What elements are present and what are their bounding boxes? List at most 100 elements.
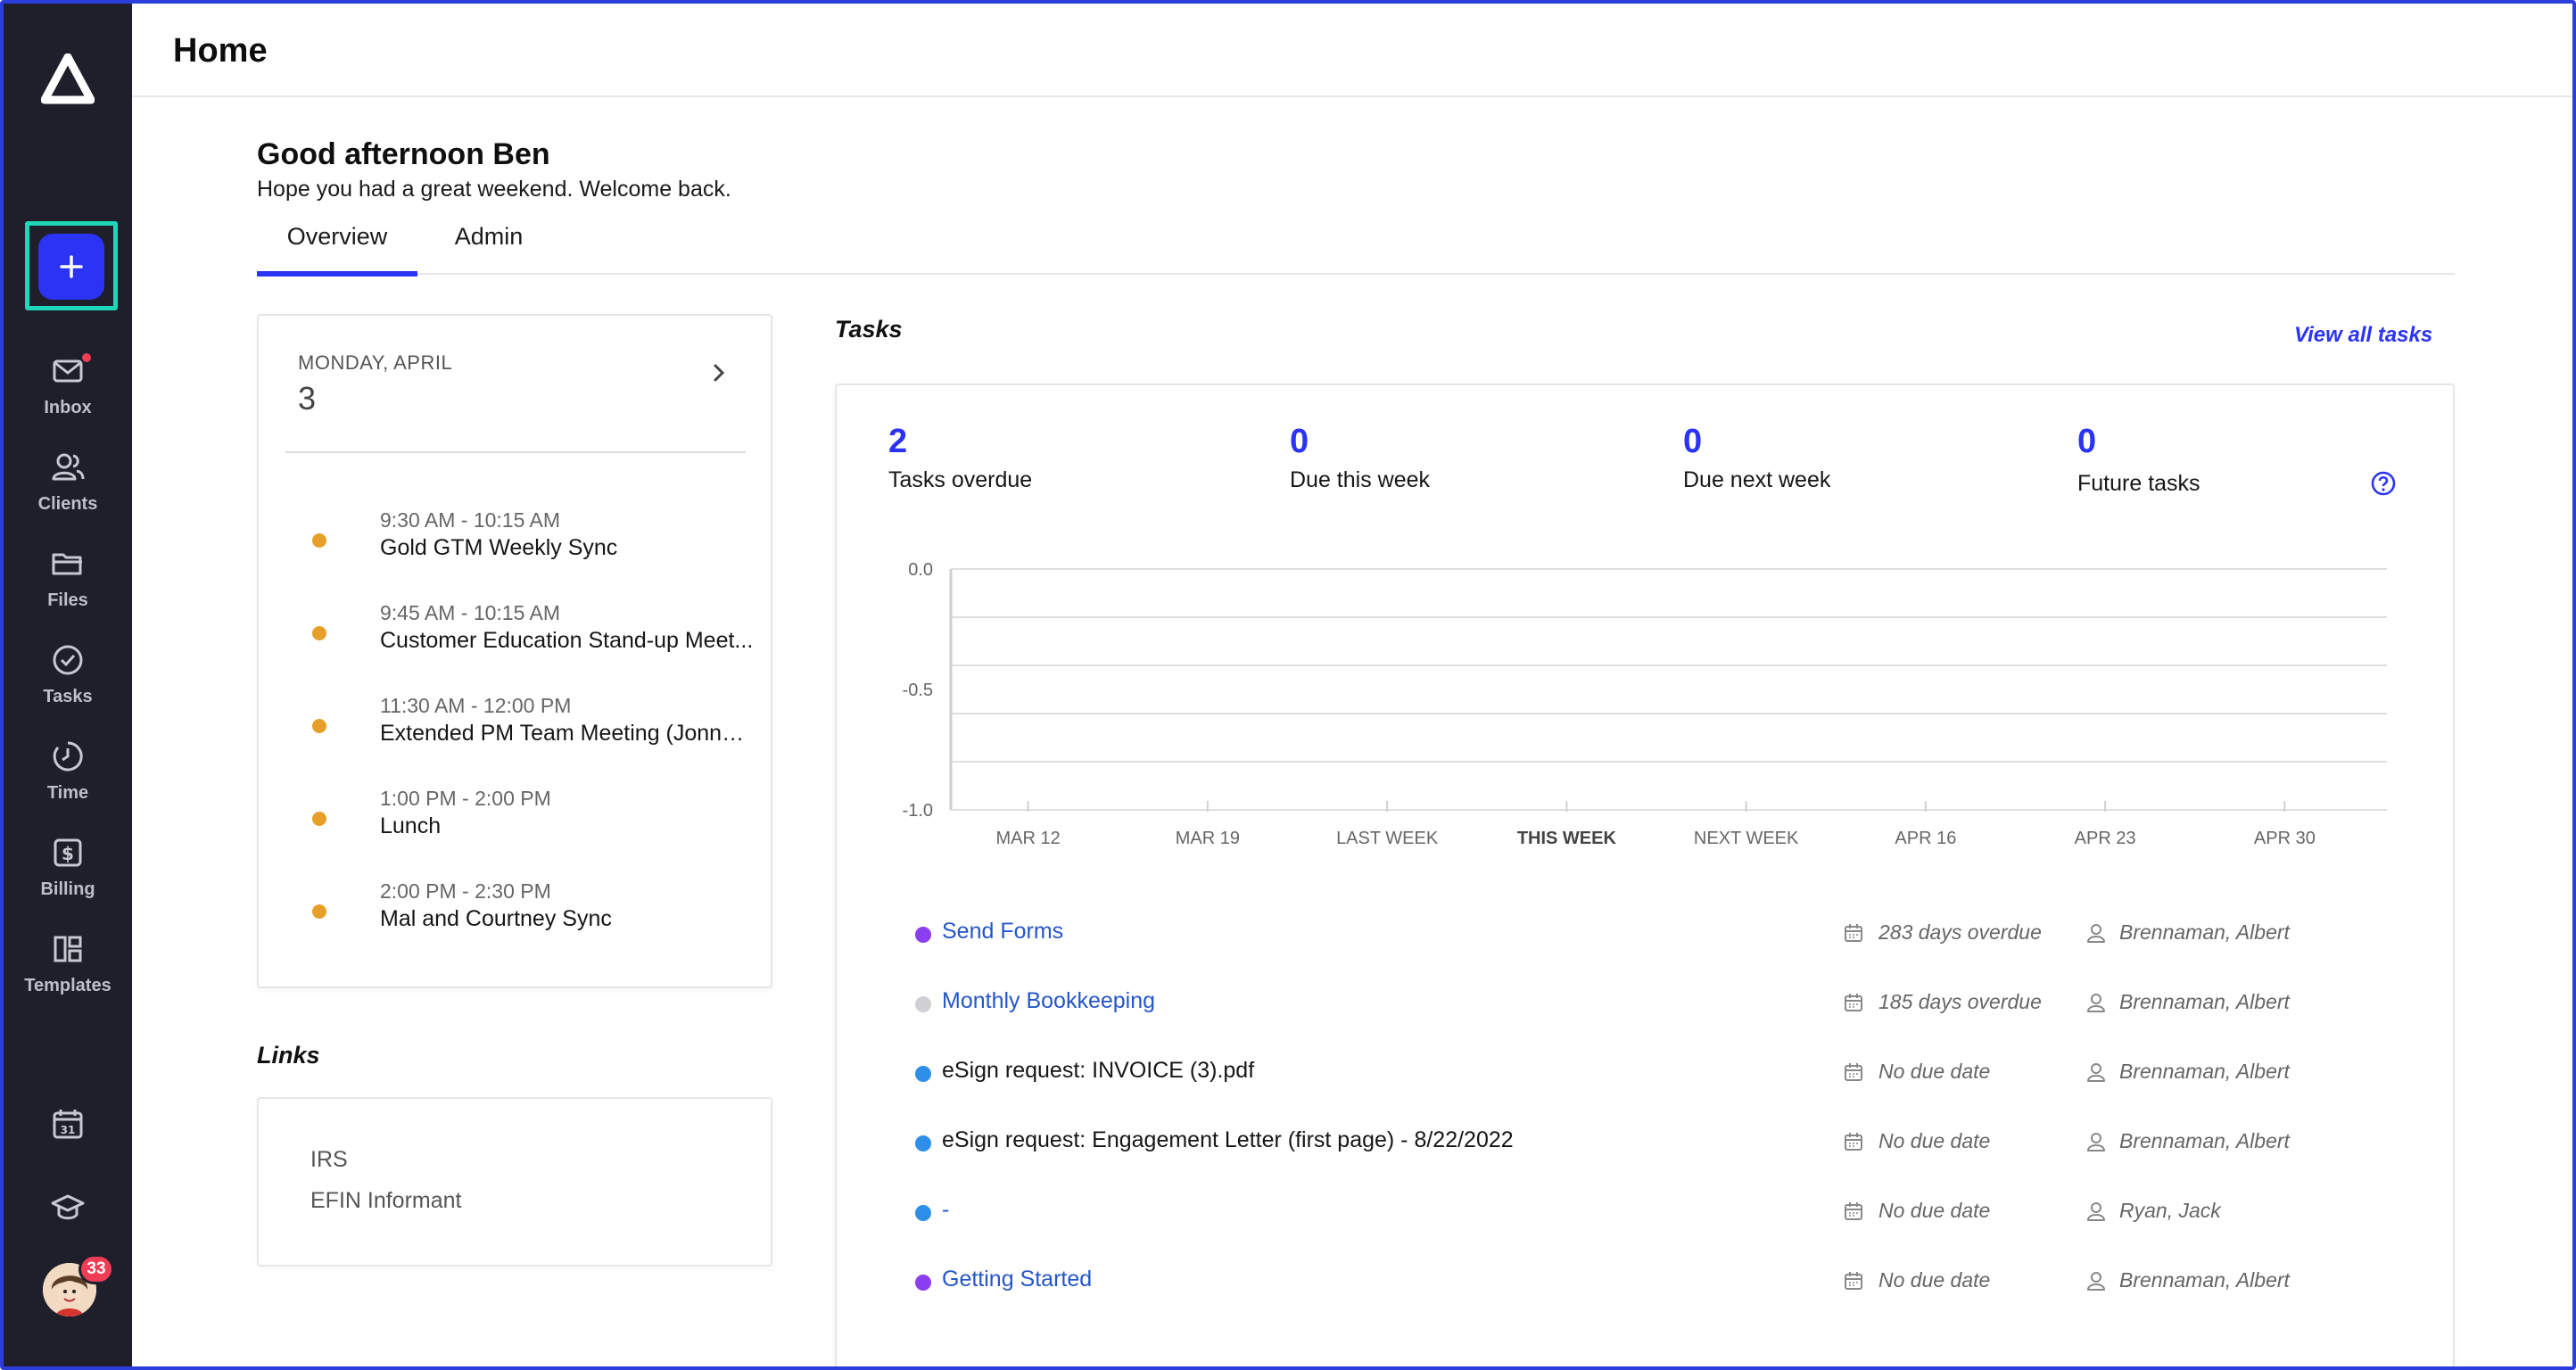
task-assignee: Ryan, Jack — [2119, 1199, 2221, 1222]
calendar-icon — [1843, 992, 1864, 1013]
sidebar-item-label: Time — [46, 783, 89, 803]
event-time: 11:30 AM - 12:00 PM — [380, 694, 572, 717]
task-row[interactable]: Send Forms 283 days overdue Brennaman, Alb… — [910, 913, 2373, 958]
user-icon — [2085, 1270, 2107, 1292]
agenda-day-label: MONDAY, APRIL — [298, 351, 453, 374]
calendar-icon — [1843, 1131, 1864, 1152]
due-next-week-count[interactable]: 0 — [1683, 423, 1702, 461]
task-row[interactable]: Getting Started No due date Brennaman, Alb… — [910, 1261, 2373, 1306]
due-this-week-count[interactable]: 0 — [1290, 423, 1309, 461]
sidebar-item-label: Inbox — [44, 398, 92, 417]
user-icon — [2085, 1201, 2107, 1222]
agenda-event[interactable]: 2:00 PM - 2:30 PM Mal and Courtney Sync — [298, 879, 726, 942]
tasks-overdue-count[interactable]: 2 — [888, 423, 907, 461]
tasks-chart: 0.0 -0.5 -1.0 MAR 12 MAR 19 LAST WEEK THIS WEE… — [903, 560, 2387, 848]
clock-icon — [53, 741, 83, 772]
event-title: Customer Education Stand-up Meet... — [380, 628, 754, 653]
tab-bar: Overview Admin — [257, 221, 2455, 276]
sidebar-item-clients[interactable]: Clients — [4, 450, 132, 539]
chart-y-tick-label: -1.0 — [903, 801, 933, 821]
future-tasks-count[interactable]: 0 — [2077, 423, 2096, 461]
sidebar-item-time[interactable]: Time — [4, 739, 132, 828]
sidebar-item-label: Clients — [37, 494, 98, 514]
sidebar-item-templates[interactable]: Templates — [4, 931, 132, 1020]
user-icon — [2085, 1131, 2107, 1152]
app-logo-icon[interactable] — [41, 54, 95, 107]
agenda-event[interactable]: 1:00 PM - 2:00 PM Lunch — [298, 787, 726, 849]
task-due: No due date — [1878, 1129, 1991, 1152]
task-name[interactable]: Monthly Bookkeeping — [942, 988, 1155, 1014]
chart-x-tick-label: NEXT WEEK — [1694, 829, 1799, 848]
tasks-title: Tasks — [835, 316, 903, 342]
svg-text:$: $ — [62, 843, 74, 864]
chart-x-tick-label: APR 16 — [1895, 829, 1956, 848]
event-status-dot — [312, 626, 326, 640]
help-icon[interactable] — [2370, 470, 2397, 497]
future-tasks-label: Future tasks — [2077, 471, 2200, 496]
sidebar-item-inbox[interactable]: Inbox — [4, 353, 132, 442]
event-status-dot — [312, 719, 326, 733]
links-card: IRS EFIN Informant — [257, 1097, 772, 1267]
check-circle-icon — [53, 645, 83, 675]
due-this-week-label: Due this week — [1290, 467, 1431, 492]
event-title: Gold GTM Weekly Sync — [380, 535, 618, 560]
task-status-dot — [915, 1275, 931, 1291]
chart-y-tick-label: 0.0 — [908, 560, 933, 580]
event-time: 1:00 PM - 2:00 PM — [380, 787, 551, 810]
sidebar-item-files[interactable]: Files — [4, 546, 132, 635]
task-row[interactable]: eSign request: INVOICE (3).pdf No due dat… — [910, 1052, 2373, 1097]
agenda-day-number: 3 — [298, 380, 317, 417]
task-row[interactable]: Monthly Bookkeeping 185 days overdue Brenn… — [910, 983, 2373, 1028]
task-name[interactable]: eSign request: Engagement Letter (first … — [942, 1127, 1514, 1153]
chart-y-tick-label: -0.5 — [903, 681, 933, 700]
agenda-divider — [285, 451, 746, 453]
graduation-cap-icon[interactable] — [50, 1190, 86, 1226]
agenda-event[interactable]: 9:45 AM - 10:15 AM Customer Education St… — [298, 601, 753, 664]
task-due: 185 days overdue — [1878, 990, 2042, 1013]
chart-x-tick-label: MAR 12 — [996, 829, 1061, 848]
task-name[interactable]: Send Forms — [942, 919, 1063, 945]
event-title: Lunch — [380, 813, 442, 838]
task-row[interactable]: eSign request: Engagement Letter (first … — [910, 1122, 2373, 1167]
chart-x-tick-label: APR 23 — [2075, 829, 2136, 848]
event-status-dot — [312, 533, 326, 548]
event-time: 9:45 AM - 10:15 AM — [380, 601, 561, 624]
tab-overview[interactable]: Overview — [257, 221, 417, 276]
sidebar-item-billing[interactable]: $ Billing — [4, 835, 132, 924]
event-status-dot — [312, 812, 326, 826]
chevron-right-icon[interactable] — [706, 360, 731, 385]
user-icon — [2085, 992, 2107, 1013]
sidebar-item-label: Files — [47, 590, 88, 610]
task-row[interactable]: - No due date Ryan, Jack — [910, 1192, 2373, 1236]
task-due: No due date — [1878, 1060, 1991, 1083]
create-new-button[interactable] — [38, 234, 104, 300]
user-icon — [2085, 1061, 2107, 1083]
task-assignee: Brennaman, Albert — [2119, 920, 2290, 944]
plus-icon — [60, 255, 83, 278]
event-title: Mal and Courtney Sync — [380, 906, 612, 931]
task-status-dot — [915, 927, 931, 943]
task-due: No due date — [1878, 1199, 1991, 1222]
task-name[interactable]: - — [942, 1197, 949, 1223]
agenda-event[interactable]: 9:30 AM - 10:15 AM Gold GTM Weekly Sync — [298, 508, 726, 571]
sidebar-item-tasks[interactable]: Tasks — [4, 642, 132, 731]
calendar-icon — [1843, 1061, 1864, 1083]
inbox-notification-dot — [80, 351, 93, 364]
due-next-week-label: Due next week — [1683, 467, 1831, 492]
link-efin-informant[interactable]: EFIN Informant — [310, 1188, 462, 1214]
task-name[interactable]: Getting Started — [942, 1267, 1092, 1292]
calendar-icon — [1843, 1270, 1864, 1292]
task-name[interactable]: eSign request: INVOICE (3).pdf — [942, 1058, 1254, 1084]
link-irs[interactable]: IRS — [310, 1147, 348, 1173]
event-status-dot — [312, 904, 326, 919]
users-icon — [52, 453, 85, 481]
tab-admin[interactable]: Admin — [435, 221, 542, 275]
view-all-tasks-link[interactable]: View all tasks — [2294, 323, 2432, 348]
top-bar: Home — [132, 4, 2572, 97]
agenda-event[interactable]: 11:30 AM - 12:00 PM Extended PM Team Mee… — [298, 694, 755, 756]
task-assignee: Brennaman, Albert — [2119, 990, 2290, 1013]
app-window: Inbox Clients Files Tasks Time $ Billing… — [0, 0, 2576, 1370]
notification-count-badge: 33 — [78, 1254, 114, 1284]
calendar-icon[interactable]: 31 — [50, 1106, 86, 1142]
calendar-day: 31 — [61, 1124, 76, 1136]
